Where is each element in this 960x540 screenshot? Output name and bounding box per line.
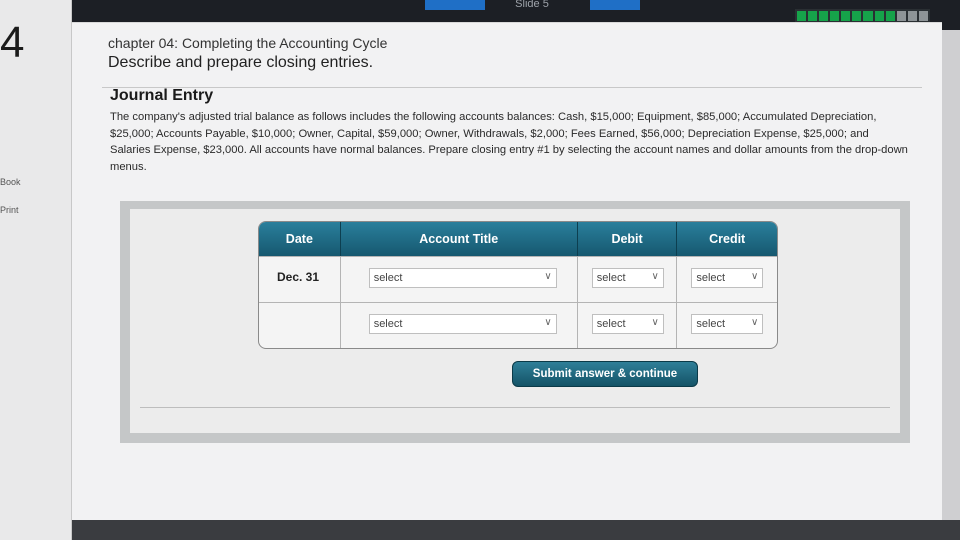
chapter-title: chapter 04: Completing the Accounting Cy… <box>108 35 388 51</box>
entry-date: Dec. 31 <box>277 270 320 284</box>
table-row: select ∨ select ∨ select ∨ <box>259 302 777 348</box>
progress-segment <box>896 11 906 21</box>
credit-cell: select ∨ <box>677 257 777 302</box>
next-button[interactable] <box>590 0 640 10</box>
progress-segment <box>797 11 807 21</box>
journal-table: Date Account Title Debit Credit Dec. 31 … <box>258 221 778 349</box>
progress-segment <box>918 11 928 21</box>
chevron-down-icon: ∨ <box>651 317 659 328</box>
progress-segment <box>808 11 818 21</box>
question-text: The company's adjusted trial balance as … <box>110 111 908 173</box>
credit-cell: select ∨ <box>677 303 777 348</box>
account-title-select[interactable]: select ∨ <box>368 268 557 288</box>
bottom-bar <box>72 520 960 540</box>
divider <box>140 407 890 408</box>
divider <box>102 87 922 88</box>
debit-cell: select ∨ <box>578 303 678 348</box>
column-header-credit: Credit <box>709 232 746 246</box>
work-area-inner: Date Account Title Debit Credit Dec. 31 … <box>130 209 900 433</box>
progress-segment <box>885 11 895 21</box>
account-cell: select ∨ <box>341 303 578 348</box>
chevron-down-icon: ∨ <box>544 317 552 328</box>
print-link[interactable]: Print <box>0 205 19 215</box>
date-cell <box>259 303 341 348</box>
select-value: select <box>373 318 403 330</box>
submit-answer-button[interactable]: Submit answer & continue <box>512 361 698 387</box>
progress-segment <box>852 11 862 21</box>
left-gutter: 4 Book Print <box>0 0 72 540</box>
chevron-down-icon: ∨ <box>751 317 759 328</box>
journal-table-header: Date Account Title Debit Credit <box>259 222 777 256</box>
chevron-down-icon: ∨ <box>651 271 659 282</box>
progress-segment <box>830 11 840 21</box>
progress-segment <box>863 11 873 21</box>
debit-select[interactable]: select ∨ <box>591 314 664 334</box>
debit-select[interactable]: select ∨ <box>591 268 664 288</box>
column-header-account-title: Account Title <box>341 222 578 256</box>
select-value: select <box>696 318 726 330</box>
column-header-debit: Debit <box>578 222 678 256</box>
select-value: select <box>596 272 626 284</box>
section-title: Describe and prepare closing entries. <box>108 54 374 71</box>
credit-select[interactable]: select ∨ <box>691 268 764 288</box>
question-panel: chapter 04: Completing the Accounting Cy… <box>72 22 942 520</box>
book-link[interactable]: Book <box>0 177 21 187</box>
slide-indicator[interactable]: Slide 5 <box>492 0 572 10</box>
work-area: Date Account Title Debit Credit Dec. 31 … <box>120 201 910 443</box>
progress-segment <box>907 11 917 21</box>
select-value: select <box>696 272 726 284</box>
account-cell: select ∨ <box>341 257 578 302</box>
select-value: select <box>373 272 403 284</box>
previous-button[interactable] <box>425 0 485 10</box>
chevron-down-icon: ∨ <box>751 271 759 282</box>
select-value: select <box>596 318 626 330</box>
column-header-date: Date <box>259 222 341 256</box>
chevron-down-icon: ∨ <box>544 271 552 282</box>
progress-meter <box>795 9 930 23</box>
journal-entry-heading: Journal Entry <box>110 87 214 104</box>
progress-segment <box>841 11 851 21</box>
debit-cell: select ∨ <box>578 257 678 302</box>
progress-segment <box>819 11 829 21</box>
credit-select[interactable]: select ∨ <box>691 314 764 334</box>
account-title-select[interactable]: select ∨ <box>368 314 557 334</box>
progress-segment <box>874 11 884 21</box>
table-row: Dec. 31 select ∨ select ∨ select ∨ <box>259 256 777 302</box>
date-cell: Dec. 31 <box>259 257 341 302</box>
question-number: 4 <box>0 18 25 67</box>
